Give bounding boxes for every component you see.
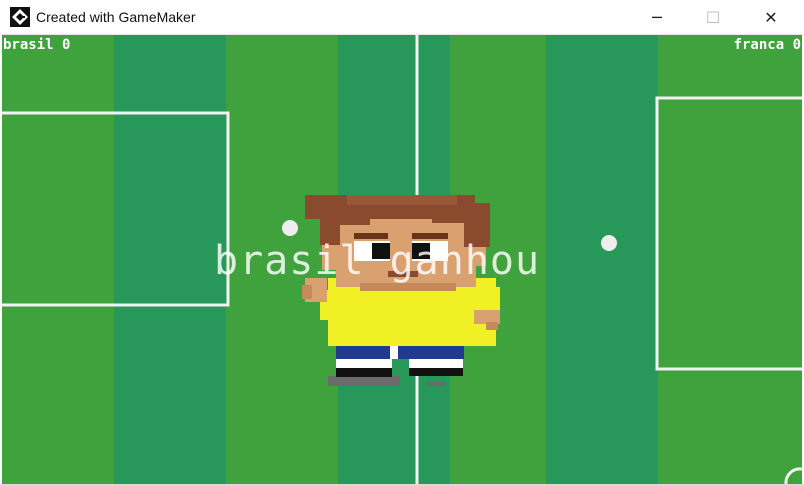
window-title: Created with GameMaker (36, 9, 196, 25)
brasil-score: brasil 0 (3, 37, 71, 53)
gamemaker-logo-icon (10, 7, 30, 27)
left-penalty-spot (282, 220, 298, 236)
field-stripe (2, 35, 114, 484)
field-stripe (658, 35, 802, 484)
game-window: Created with GameMaker ─ ☐ ✕ brasil 0 fr… (0, 0, 804, 486)
close-button[interactable]: ✕ (748, 0, 794, 34)
right-penalty-spot (601, 235, 617, 251)
close-icon: ✕ (764, 7, 778, 27)
minimize-button[interactable]: ─ (634, 0, 680, 34)
maximize-button[interactable]: ☐ (690, 0, 736, 34)
title-bar[interactable]: Created with GameMaker ─ ☐ ✕ (0, 0, 804, 35)
maximize-icon: ☐ (705, 7, 721, 27)
field-stripe (546, 35, 658, 484)
game-canvas[interactable]: brasil 0 franca 0 brasil ganhou (2, 35, 802, 484)
winner-banner: brasil ganhou (214, 238, 541, 284)
franca-score: franca 0 (733, 37, 801, 53)
field-stripe (114, 35, 226, 484)
minimize-icon: ─ (652, 7, 662, 27)
